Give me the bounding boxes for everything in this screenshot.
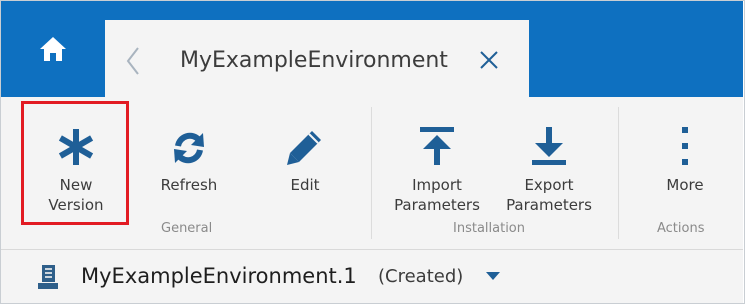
export-arrow-icon <box>532 127 566 165</box>
object-status: (Created) <box>378 266 464 287</box>
import-arrow-icon <box>420 127 454 165</box>
edit-label: Edit <box>290 176 320 194</box>
environment-icon <box>38 265 58 289</box>
refresh-icon <box>174 132 204 164</box>
home-button[interactable] <box>1 1 105 97</box>
more-label: More <box>666 176 704 194</box>
import-parameters-label: Import Parameters <box>394 176 480 214</box>
chevron-left-icon[interactable] <box>121 46 145 76</box>
vertical-ellipsis-icon <box>682 127 688 165</box>
more-button[interactable]: More <box>637 101 733 195</box>
object-title-bar: MyExampleEnvironment.1 (Created) <box>1 250 743 303</box>
refresh-label: Refresh <box>160 176 218 194</box>
highlight-box <box>21 101 129 225</box>
home-icon <box>40 37 66 61</box>
ribbon-separator <box>371 107 372 239</box>
tab-title: MyExampleEnvironment <box>180 48 448 73</box>
export-parameters-button[interactable]: Export Parameters <box>497 101 601 215</box>
object-name: MyExampleEnvironment.1 <box>81 264 357 288</box>
ribbon-separator <box>618 107 619 239</box>
tab-environment[interactable]: MyExampleEnvironment <box>105 20 529 97</box>
close-icon[interactable] <box>477 48 501 72</box>
import-parameters-button[interactable]: Import Parameters <box>385 101 489 215</box>
group-label-general: General <box>161 221 213 236</box>
pencil-icon <box>287 131 321 165</box>
group-label-actions: Actions <box>657 221 705 236</box>
edit-button[interactable]: Edit <box>257 101 353 195</box>
caret-down-icon[interactable] <box>485 270 501 282</box>
export-parameters-label: Export Parameters <box>506 176 592 214</box>
refresh-button[interactable]: Refresh <box>141 101 237 195</box>
group-label-installation: Installation <box>453 221 526 236</box>
